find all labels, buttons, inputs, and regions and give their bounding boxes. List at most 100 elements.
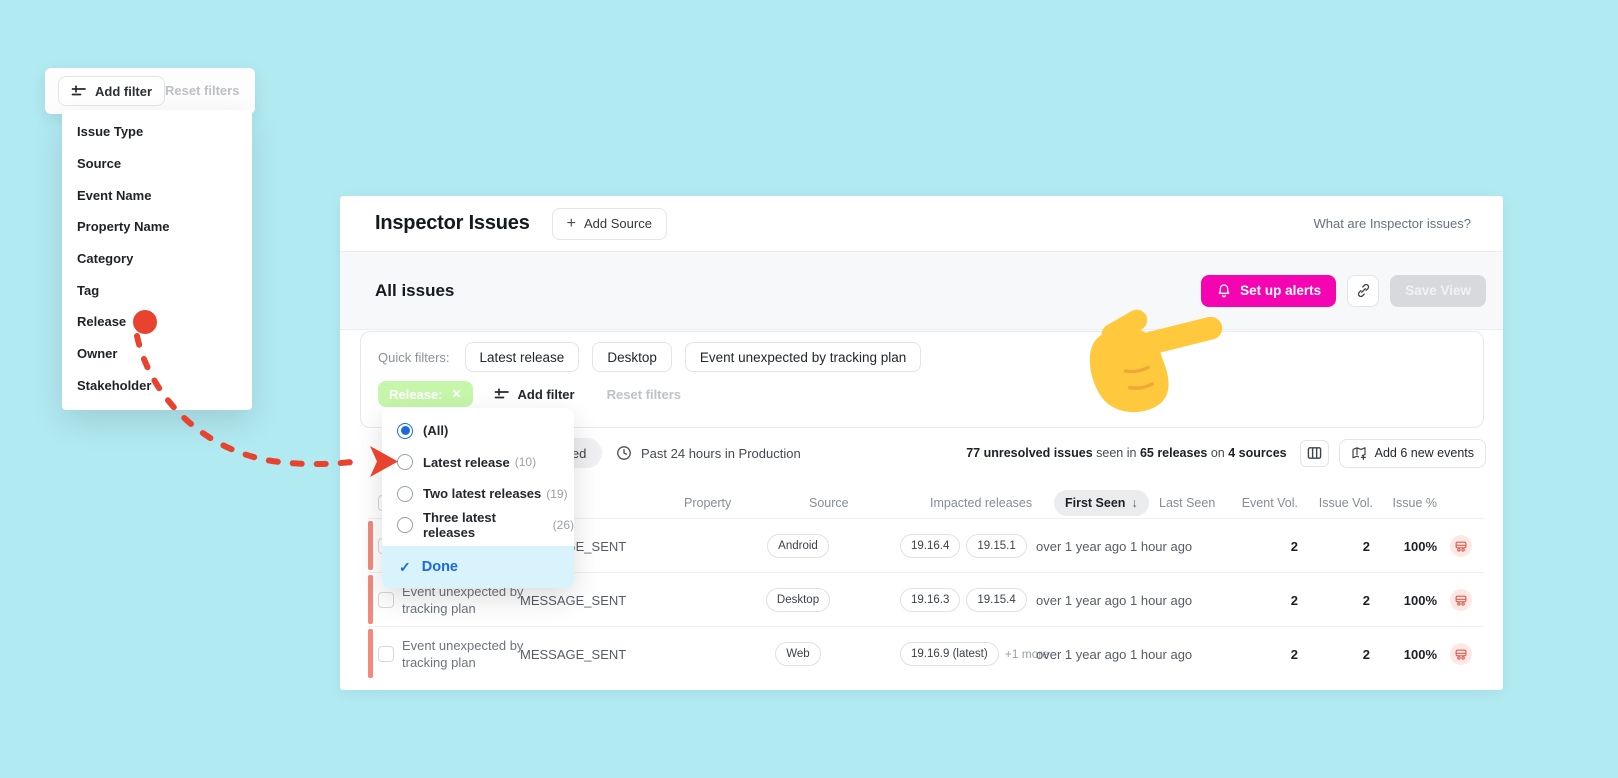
release-option-latest[interactable]: Latest release (10) (382, 447, 574, 479)
event-volume: 2 (1290, 646, 1298, 662)
filter-menu-source[interactable]: Source (77, 148, 252, 180)
done-label: Done (421, 559, 458, 575)
quick-filter-latest-release[interactable]: Latest release (464, 342, 580, 372)
last-seen: 1 hour ago (1130, 538, 1193, 554)
link-icon (1357, 283, 1369, 298)
page-title: Inspector Issues (375, 212, 530, 234)
event-volume: 2 (1290, 538, 1298, 554)
col-property[interactable]: Property (684, 488, 731, 518)
impacted-releases-cell: 19.16.9 (latest) +1 more (900, 627, 1049, 681)
add-new-events-button[interactable]: Add 6 new events (1338, 438, 1486, 468)
time-range[interactable]: Past 24 hours in Production (616, 437, 801, 469)
add-source-button[interactable]: + Add Source (551, 207, 667, 240)
set-up-alerts-button[interactable]: Set up alerts (1201, 274, 1337, 307)
save-view-button[interactable]: Save View (1390, 274, 1486, 307)
source-badge: Web (775, 642, 821, 666)
row-checkbox[interactable] (378, 592, 394, 608)
issue-row-3[interactable]: Event unexpected by tracking plan MESSAG… (368, 626, 1484, 680)
help-link[interactable]: What are Inspector issues? (1313, 216, 1471, 231)
release-badge: 19.15.1 (966, 534, 1027, 558)
done-button[interactable]: ✓ Done (382, 546, 574, 588)
option-count: (26) (552, 518, 574, 533)
row-severity-marker (368, 575, 373, 624)
col-last-seen[interactable]: Last Seen (1159, 488, 1215, 518)
plus-icon: + (566, 214, 576, 232)
copy-link-button[interactable] (1347, 274, 1380, 307)
quick-filter-event-unexpected[interactable]: Event unexpected by tracking plan (684, 342, 922, 372)
columns-icon (1307, 447, 1321, 459)
filter-menu-issue-type[interactable]: Issue Type (77, 116, 252, 148)
filter-menu-owner[interactable]: Owner (77, 338, 252, 370)
filter-menu-release[interactable]: Release (77, 306, 252, 338)
radio-selected-icon[interactable] (397, 422, 413, 439)
last-seen: 1 hour ago (1130, 592, 1193, 608)
set-up-alerts-label: Set up alerts (1240, 283, 1322, 298)
col-first-seen-sorted[interactable]: First Seen ↓ (1054, 490, 1149, 516)
radio-icon[interactable] (397, 517, 413, 534)
add-filter-button-top[interactable]: Add filter (58, 76, 166, 106)
summary-text: seen in (1096, 446, 1137, 460)
filter-toolbar: Add filter Reset filters (45, 68, 255, 114)
issue-percent: 100% (1403, 646, 1437, 662)
view-bar: All issues Set up alerts Save View (340, 252, 1503, 413)
filter-menu-category[interactable]: Category (77, 243, 252, 275)
summary-sources-count: 4 sources (1228, 446, 1287, 460)
col-impacted-releases[interactable]: Impacted releases (930, 488, 1032, 518)
tracking-plan-violation-icon (1450, 589, 1472, 611)
risk-icon-cell (1450, 573, 1472, 627)
add-source-label: Add Source (584, 216, 652, 231)
col-issue-pct[interactable]: Issue % (1393, 488, 1437, 518)
option-count: (10) (514, 455, 537, 470)
option-label: Latest release (423, 454, 510, 470)
active-filters-row: Release: ✕ Add filter Reset filters (378, 380, 681, 408)
issue-volume: 2 (1362, 646, 1370, 662)
release-badge: 19.16.4 (900, 534, 961, 558)
option-label: Three latest releases (423, 510, 496, 541)
release-chip-label: Release: (389, 386, 443, 402)
table-columns-button[interactable] (1299, 439, 1329, 467)
filter-lines-icon (494, 388, 509, 399)
quick-filters-row: Quick filters: Latest release Desktop Ev… (378, 342, 922, 372)
option-label: (All) (423, 423, 449, 439)
source-cell: Web (728, 627, 868, 681)
release-filter-dropdown: (All) Latest release (10) Two latest rel… (382, 408, 574, 588)
col-issue-vol[interactable]: Issue Vol. (1319, 488, 1373, 518)
row-checkbox[interactable] (378, 646, 394, 662)
col-source[interactable]: Source (809, 488, 849, 518)
issue-volume: 2 (1362, 538, 1370, 554)
toolbar-right-cluster: 77 unresolved issues seen in 65 releases… (966, 437, 1486, 469)
tracking-plan-violation-icon (1450, 643, 1472, 665)
filter-menu: Issue Type Source Event Name Property Na… (62, 110, 252, 410)
filter-menu-stakeholder[interactable]: Stakeholder (77, 370, 252, 402)
radio-icon[interactable] (397, 454, 413, 471)
view-title: All issues (375, 280, 455, 300)
quick-filter-desktop[interactable]: Desktop (592, 342, 672, 372)
risk-icon-cell (1450, 519, 1472, 573)
close-icon[interactable]: ✕ (451, 387, 461, 401)
event-volume: 2 (1290, 592, 1298, 608)
release-option-three-latest[interactable]: Three latest releases (26) (382, 510, 574, 542)
add-filter-button[interactable]: Add filter (494, 387, 575, 402)
filter-lines-icon (71, 85, 86, 96)
reset-filters-button-top[interactable]: Reset filters (165, 68, 239, 114)
filter-menu-property-name[interactable]: Property Name (77, 211, 252, 243)
filter-menu-event-name[interactable]: Event Name (77, 179, 252, 211)
radio-icon[interactable] (397, 485, 413, 502)
row-severity-marker (368, 521, 373, 570)
release-option-two-latest[interactable]: Two latest releases (19) (382, 478, 574, 510)
option-count: (19) (546, 486, 568, 501)
map-plus-icon (1352, 447, 1366, 460)
col-first-seen-label: First Seen (1065, 496, 1126, 510)
release-filter-chip[interactable]: Release: ✕ (378, 381, 473, 407)
filter-menu-tag[interactable]: Tag (77, 274, 252, 306)
tracking-plan-violation-icon (1450, 535, 1472, 557)
release-option-all[interactable]: (All) (382, 415, 574, 447)
release-options: (All) Latest release (10) Two latest rel… (382, 408, 574, 541)
source-cell: Android (728, 519, 868, 573)
summary-issues-count: 77 unresolved issues (966, 446, 1093, 460)
sort-desc-icon: ↓ (1131, 496, 1138, 510)
col-event-vol[interactable]: Event Vol. (1242, 488, 1298, 518)
issue-volume: 2 (1362, 592, 1370, 608)
release-badge: 19.15.4 (966, 588, 1027, 612)
reset-filters-button[interactable]: Reset filters (607, 387, 681, 402)
